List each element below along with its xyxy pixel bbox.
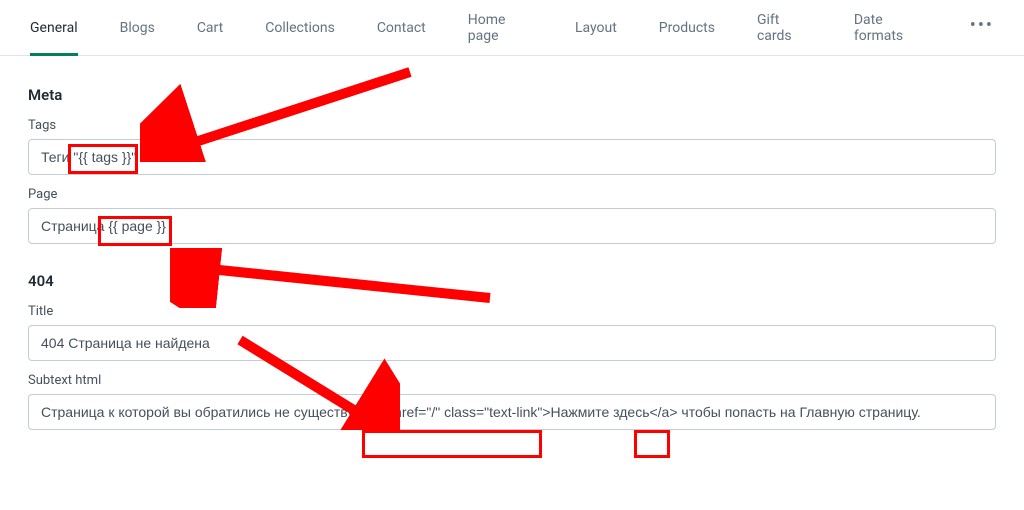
input-subtext[interactable] (28, 394, 996, 430)
input-page[interactable] (28, 208, 996, 244)
label-title: Title (28, 304, 996, 319)
label-tags: Tags (28, 118, 996, 133)
label-page: Page (28, 187, 996, 202)
tab-products[interactable]: Products (659, 0, 715, 56)
section-heading-404: 404 (28, 272, 996, 290)
settings-form: Meta Tags Page 404 Title Subtext html (0, 56, 1024, 450)
tab-home-page[interactable]: Home page (468, 0, 533, 56)
tab-layout[interactable]: Layout (575, 0, 617, 56)
input-tags[interactable] (28, 139, 996, 175)
tab-date-formats[interactable]: Date formats (854, 0, 928, 56)
tab-contact[interactable]: Contact (377, 0, 426, 56)
tab-cart[interactable]: Cart (197, 0, 223, 56)
tabs-more-icon[interactable]: ••• (970, 15, 994, 40)
page-root: General Blogs Cart Collections Contact H… (0, 0, 1024, 510)
label-subtext: Subtext html (28, 373, 996, 388)
tab-general[interactable]: General (30, 0, 78, 56)
input-title[interactable] (28, 325, 996, 361)
tabs-bar: General Blogs Cart Collections Contact H… (0, 0, 1024, 56)
tab-collections[interactable]: Collections (265, 0, 335, 56)
section-heading-meta: Meta (28, 86, 996, 104)
tab-gift-cards[interactable]: Gift cards (757, 0, 812, 56)
tab-blogs[interactable]: Blogs (120, 0, 155, 56)
